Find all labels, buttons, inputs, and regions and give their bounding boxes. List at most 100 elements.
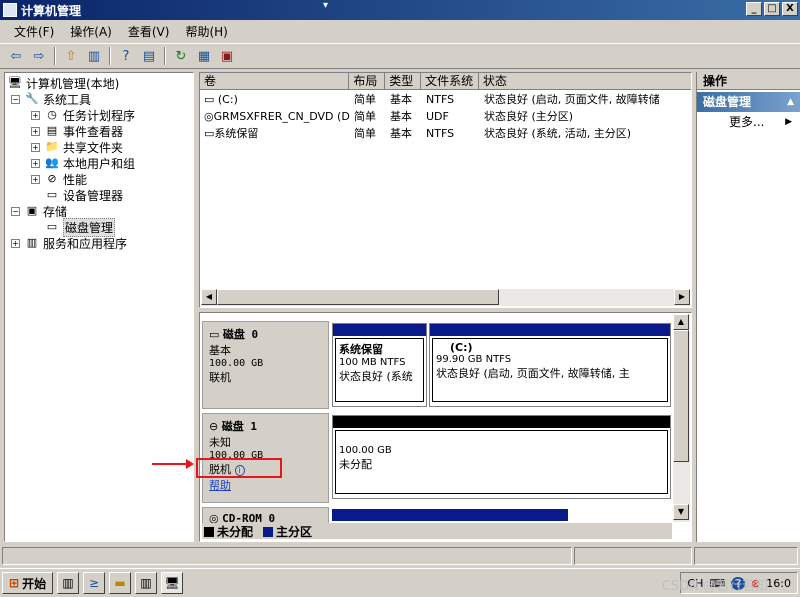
column-header-status[interactable]: 状态	[478, 73, 692, 90]
tree-item-services-applications[interactable]: + ▥ 服务和应用程序	[11, 235, 127, 251]
server-manager-icon[interactable]: ▥	[57, 572, 80, 594]
disk-graphical-view[interactable]: ▭ 磁盘 0 基本 100.00 GB 联机 系统保留 100 MB NTFS …	[199, 312, 692, 542]
chevron-up-icon[interactable]: ▲	[787, 92, 794, 112]
menu-help[interactable]: 帮助(H)	[177, 23, 235, 40]
properties-icon[interactable]: ▦	[194, 46, 214, 66]
table-row[interactable]: ▭ (C:) 简单 基本 NTFS 状态良好 (启动, 页面文件, 故障转储	[200, 91, 690, 108]
tree-item-system-tools[interactable]: − 🔧 系统工具	[11, 91, 91, 107]
app-icon	[3, 3, 17, 17]
export-list-icon[interactable]: ▣	[217, 46, 237, 66]
tree-item-performance[interactable]: + ⊘ 性能	[31, 171, 87, 187]
scroll-thumb[interactable]	[217, 289, 499, 305]
expand-toggle[interactable]: +	[31, 174, 40, 184]
partition-unallocated[interactable]: 100.00 GB 未分配	[332, 415, 671, 499]
menu-action[interactable]: 操作(A)	[62, 23, 120, 40]
scroll-left-icon[interactable]: ◀	[201, 289, 217, 305]
disk-icon: ▭	[209, 328, 223, 341]
up-folder-icon[interactable]: ⇧	[61, 46, 81, 66]
tree-item-device-manager[interactable]: ▭ 设备管理器	[44, 187, 123, 203]
tree-item-storage[interactable]: − ▣ 存储	[11, 203, 67, 219]
powershell-icon[interactable]: ≥	[83, 572, 106, 594]
toolbar-separator	[164, 47, 166, 65]
volume-type: 基本	[390, 93, 412, 106]
tree-item-computer-management[interactable]: 🖥 计算机管理(本地)	[7, 75, 119, 91]
volume-list-header: 卷 布局 类型 文件系统 状态	[200, 73, 692, 90]
tree-item-label: 计算机管理(本地)	[26, 76, 120, 91]
window-title: 计算机管理	[21, 3, 82, 18]
maximize-button[interactable]: □	[764, 2, 780, 16]
tree-item-label: 服务和应用程序	[43, 236, 128, 251]
annotation-highlight-box	[196, 458, 282, 478]
table-row[interactable]: ◎GRMSXFRER_CN_DVD (D:) 简单 基本 UDF 状态良好 (主…	[200, 108, 690, 125]
refresh-icon[interactable]: ↻	[171, 46, 191, 66]
disk-0-label[interactable]: ▭ 磁盘 0 基本 100.00 GB 联机	[202, 321, 329, 409]
volume-type: 基本	[390, 127, 412, 140]
tree-item-label: 共享文件夹	[63, 140, 124, 155]
show-hide-tree-icon[interactable]: ▥	[84, 46, 104, 66]
collapse-toggle[interactable]: −	[11, 94, 20, 104]
expand-toggle[interactable]: +	[11, 238, 20, 248]
windows-logo-icon: ⊞	[9, 576, 20, 590]
chevron-right-icon: ▶	[785, 117, 792, 127]
column-header-layout[interactable]: 布局	[349, 73, 386, 90]
clock: 16:0	[766, 576, 791, 590]
column-header-volume[interactable]: 卷	[200, 73, 350, 90]
scroll-right-icon[interactable]: ▶	[674, 289, 690, 305]
menu-view[interactable]: 查看(V)	[120, 23, 178, 40]
cdrom-partition-bar[interactable]	[332, 509, 568, 521]
show-hide-action-pane-icon[interactable]: ▤	[139, 46, 159, 66]
minimize-button[interactable]: _	[746, 2, 762, 16]
partition-system-reserved[interactable]: 系统保留 100 MB NTFS 状态良好 (系统	[332, 323, 427, 407]
action-section-disk-management[interactable]: 磁盘管理 ▲	[697, 92, 800, 112]
toolbar-separator	[54, 47, 56, 65]
tree-item-label: 任务计划程序	[63, 108, 136, 123]
drive-icon: ▭	[204, 127, 215, 140]
menu-file[interactable]: 文件(F)	[6, 23, 62, 40]
tree-item-local-users-groups[interactable]: + 👥 本地用户和组	[31, 155, 135, 171]
volume-status: 状态良好 (主分区)	[484, 110, 574, 123]
tools-icon: 🔧	[25, 92, 39, 105]
expand-toggle[interactable]: +	[31, 158, 40, 168]
tree-item-task-scheduler[interactable]: + ◷ 任务计划程序	[31, 107, 135, 123]
scroll-thumb[interactable]	[673, 330, 689, 462]
vertical-scrollbar[interactable]: ▲ ▼	[673, 314, 690, 522]
status-segment	[694, 547, 798, 565]
expand-toggle[interactable]: +	[31, 110, 40, 120]
tree-item-disk-management[interactable]: ▭ 磁盘管理	[44, 217, 116, 237]
column-header-type[interactable]: 类型	[385, 73, 422, 90]
navigation-tree[interactable]: 🖥 计算机管理(本地) − 🔧 系统工具 + ◷ 任务计划程序 + ▤ 事件查看…	[4, 72, 194, 542]
help-link[interactable]: 帮助	[209, 477, 322, 493]
collapse-toggle[interactable]: −	[11, 206, 20, 216]
volume-name: GRMSXFRER_CN_DVD (D:)	[213, 110, 350, 123]
action-more[interactable]: 更多... ▶	[697, 112, 800, 132]
legend-item-primary: 主分区	[263, 523, 312, 540]
volume-type: 基本	[390, 110, 412, 123]
volume-list[interactable]: 卷 布局 类型 文件系统 状态 ▭ (C:) 简单 基本 NTFS 状态良好 (…	[199, 72, 692, 308]
expand-toggle[interactable]: +	[31, 142, 40, 152]
tree-item-shared-folders[interactable]: + 📁 共享文件夹	[31, 139, 123, 155]
scroll-down-icon[interactable]: ▼	[673, 504, 689, 520]
explorer-icon[interactable]: ▬	[109, 572, 132, 594]
action-more-label: 更多...	[729, 115, 765, 129]
horizontal-scrollbar[interactable]: ◀ ▶	[201, 289, 690, 306]
title-bar[interactable]: 计算机管理 ▾ _ □ X	[0, 0, 800, 20]
start-button[interactable]: ⊞ 开始	[2, 572, 54, 594]
column-header-filesystem[interactable]: 文件系统	[421, 73, 479, 90]
tree-item-event-viewer[interactable]: + ▤ 事件查看器	[31, 123, 123, 139]
scroll-up-icon[interactable]: ▲	[673, 314, 689, 330]
close-button[interactable]: X	[782, 2, 798, 16]
back-arrow-icon[interactable]: ⇦	[6, 46, 26, 66]
expand-toggle[interactable]: +	[31, 126, 40, 136]
start-label: 开始	[22, 576, 47, 591]
table-row[interactable]: ▭系统保留 简单 基本 NTFS 状态良好 (系统, 活动, 主分区)	[200, 125, 690, 142]
tools-taskbar-icon[interactable]: ▥	[135, 572, 158, 594]
forward-arrow-icon[interactable]: ⇨	[29, 46, 49, 66]
disk-state: 联机	[209, 371, 231, 384]
computer-management-task-icon[interactable]: 🖥	[161, 572, 184, 594]
offline-disk-icon: ⊖	[209, 420, 222, 433]
tree-item-label: 设备管理器	[63, 188, 124, 203]
partition-c[interactable]: (C:) 99.90 GB NTFS 状态良好 (启动, 页面文件, 故障转储,…	[429, 323, 671, 407]
volume-filesystem: NTFS	[426, 127, 455, 140]
storage-icon: ▣	[26, 204, 38, 217]
help-icon[interactable]: ?	[116, 46, 136, 66]
